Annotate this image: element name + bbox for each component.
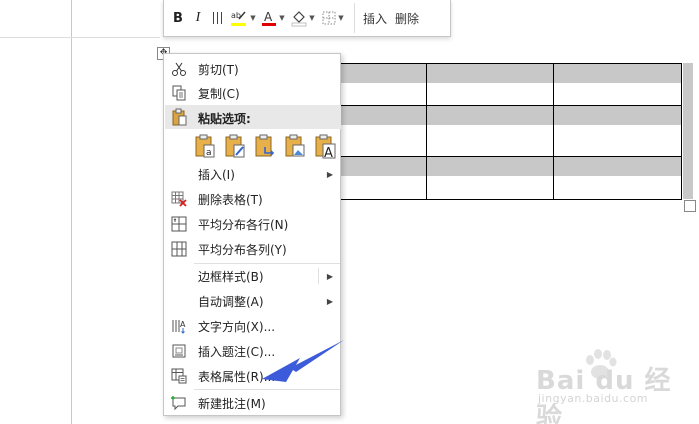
- borders-button[interactable]: ▼: [320, 4, 346, 32]
- table-cell[interactable]: [426, 105, 555, 157]
- menu-label: 平均分布各列(Y): [198, 242, 287, 257]
- copy-icon: [170, 84, 188, 102]
- menu-item-insert-caption[interactable]: 插入题注(C)...: [165, 339, 341, 363]
- menu-label: 新建批注(M): [198, 396, 266, 411]
- table-cell[interactable]: [553, 105, 682, 157]
- menu-label: 剪切(T): [198, 62, 239, 77]
- table-cell[interactable]: [553, 156, 682, 200]
- chevron-right-icon: ▶: [326, 169, 333, 179]
- bold-button[interactable]: B: [170, 4, 186, 32]
- menu-label: 文字方向(X)...: [198, 319, 276, 334]
- paste-merge-format-button[interactable]: [224, 133, 246, 159]
- highlight-button[interactable]: ab ▼: [230, 4, 256, 32]
- shading-button[interactable]: ▼: [290, 4, 316, 32]
- menu-label: 边框样式(B): [198, 269, 264, 284]
- comment-icon: [170, 394, 188, 412]
- insert-button[interactable]: 插入: [359, 10, 391, 27]
- paste-nested-table-button[interactable]: [254, 133, 276, 159]
- paint-bucket-icon: [291, 11, 307, 27]
- watermark-url: jingyan.baidu.com: [538, 392, 649, 405]
- menu-item-delete-table[interactable]: 删除表格(T): [165, 187, 341, 211]
- table-properties-icon: [170, 367, 188, 385]
- chevron-down-icon: ▼: [309, 14, 315, 22]
- delete-button[interactable]: 删除: [391, 10, 423, 27]
- menu-label: 粘贴选项:: [198, 112, 251, 126]
- chevron-right-icon: ▶: [326, 271, 333, 281]
- paste-keep-source-button[interactable]: a: [194, 133, 216, 159]
- font-color-button[interactable]: A ▼: [260, 4, 286, 32]
- table-cell[interactable]: [426, 156, 555, 200]
- menu-item-table-properties[interactable]: 表格属性(R)...: [165, 364, 341, 388]
- watermark: Bai du 经验 jingyan.baidu.com: [536, 349, 686, 424]
- menu-item-distribute-rows[interactable]: 平均分布各行(N): [165, 212, 341, 236]
- menu-label: 自动调整(A): [198, 294, 264, 309]
- table-resize-handle[interactable]: [684, 200, 696, 212]
- menu-label: 表格属性(R)...: [198, 369, 276, 384]
- menu-item-border-styles[interactable]: 边框样式(B) ▶: [165, 264, 341, 288]
- svg-text:A: A: [324, 146, 333, 159]
- menu-label: 复制(C): [198, 86, 240, 101]
- menu-item-text-direction[interactable]: A 文字方向(X)...: [165, 314, 341, 338]
- menu-item-copy[interactable]: 复制(C): [165, 81, 341, 105]
- svg-text:A: A: [264, 10, 273, 24]
- scissors-icon: [170, 60, 188, 78]
- chevron-down-icon: ▼: [338, 14, 344, 22]
- paste-options-row: a A: [194, 133, 344, 161]
- menu-label: 插入(I): [198, 167, 235, 182]
- toolbar-separator: [354, 3, 355, 33]
- border-grid-icon: [322, 11, 336, 25]
- table-end-marker: [683, 63, 693, 199]
- paste-picture-button[interactable]: [284, 133, 306, 159]
- chevron-down-icon: ▼: [279, 14, 285, 22]
- menu-item-distribute-columns[interactable]: 平均分布各列(Y): [165, 237, 341, 261]
- caption-icon: [170, 342, 188, 360]
- distribute-rows-icon: [170, 215, 188, 233]
- submenu-separator: [318, 268, 319, 284]
- paste-merge-format-icon: [225, 134, 245, 158]
- menu-label: 平均分布各行(N): [198, 217, 289, 232]
- clipboard-icon: [170, 108, 188, 126]
- menu-label: 删除表格(T): [198, 192, 263, 207]
- font-color-icon: A: [262, 10, 277, 26]
- svg-text:a: a: [206, 148, 212, 158]
- menu-item-insert[interactable]: 插入(I) ▶: [165, 162, 341, 186]
- distribute-columns-icon: [170, 240, 188, 258]
- chevron-right-icon: ▶: [326, 296, 333, 306]
- align-button[interactable]: [210, 4, 226, 32]
- menu-item-cut[interactable]: 剪切(T): [165, 57, 341, 81]
- menu-label: 插入题注(C)...: [198, 344, 276, 359]
- mini-toolbar: B I ab ▼ A ▼ ▼ ▼ 插入 删除: [163, 0, 451, 37]
- highlight-icon: ab: [231, 11, 247, 26]
- page-margin-guide: [71, 0, 72, 424]
- menu-divider: [194, 389, 340, 390]
- paste-nested-table-icon: [255, 134, 275, 157]
- align-icon: [213, 12, 222, 24]
- delete-table-icon: [170, 190, 188, 208]
- context-menu: 剪切(T) 复制(C) 粘贴选项: a A 插入(I) ▶ 删除表格(T) 平均…: [163, 53, 341, 416]
- paste-picture-icon: [285, 134, 305, 157]
- menu-item-autofit[interactable]: 自动调整(A) ▶: [165, 289, 341, 313]
- svg-text:A: A: [180, 320, 186, 329]
- table-cell[interactable]: [553, 63, 682, 106]
- italic-button[interactable]: I: [190, 4, 206, 32]
- text-direction-icon: A: [170, 317, 188, 335]
- page-top-guide: [0, 37, 160, 38]
- chevron-down-icon: ▼: [250, 14, 256, 22]
- menu-item-new-comment[interactable]: 新建批注(M): [165, 391, 341, 415]
- table-cell[interactable]: [426, 63, 555, 106]
- paste-options-header: 粘贴选项:: [165, 105, 341, 129]
- paste-keep-source-icon: a: [195, 134, 215, 158]
- paste-text-only-icon: A: [315, 134, 336, 161]
- paste-text-only-button[interactable]: A: [314, 133, 336, 161]
